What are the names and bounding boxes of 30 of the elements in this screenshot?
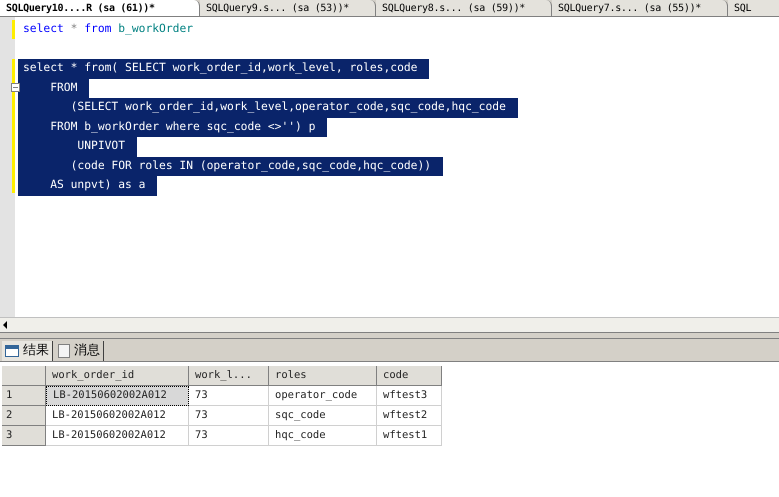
table-cell: LB-20150602002A012 (46, 426, 189, 446)
table-cell: hqc_code (269, 426, 377, 446)
table-cell: LB-20150602002A012 (46, 406, 189, 426)
column-header[interactable]: roles (269, 366, 377, 386)
table-cell: 73 (189, 386, 269, 406)
row-header[interactable]: 3 (2, 426, 46, 446)
table-cell: 73 (189, 406, 269, 426)
column-header[interactable]: code (377, 366, 442, 386)
document-tab[interactable]: SQLQuery8.s... (sa (59))* (376, 0, 552, 16)
row-header[interactable]: 1 (2, 386, 46, 406)
table-cell: wftest1 (377, 426, 442, 446)
document-tab[interactable]: SQLQuery7.s... (sa (55))* (552, 0, 728, 16)
table-cell: sqc_code (269, 406, 377, 426)
row-header[interactable]: 2 (2, 406, 46, 426)
document-icon (58, 344, 70, 358)
grid-icon (5, 345, 19, 357)
column-header[interactable]: work_l... (189, 366, 269, 386)
column-header[interactable]: work_order_id (46, 366, 189, 386)
collapse-icon[interactable] (11, 83, 20, 92)
table-cell: wftest3 (377, 386, 442, 406)
table-cell: 73 (189, 426, 269, 446)
table-cell: LB-20150602002A012 (46, 386, 189, 406)
document-tab[interactable]: SQLQuery9.s... (sa (53))* (200, 0, 376, 16)
document-tab[interactable]: SQLQuery10....R (sa (61))* (0, 0, 200, 16)
result-tab[interactable]: 结果 (2, 341, 53, 361)
change-bar (12, 20, 15, 40)
result-tab[interactable]: 消息 (55, 341, 104, 361)
table-cell: operator_code (269, 386, 377, 406)
table-cell: wftest2 (377, 406, 442, 426)
document-tab[interactable]: SQL (728, 0, 779, 16)
